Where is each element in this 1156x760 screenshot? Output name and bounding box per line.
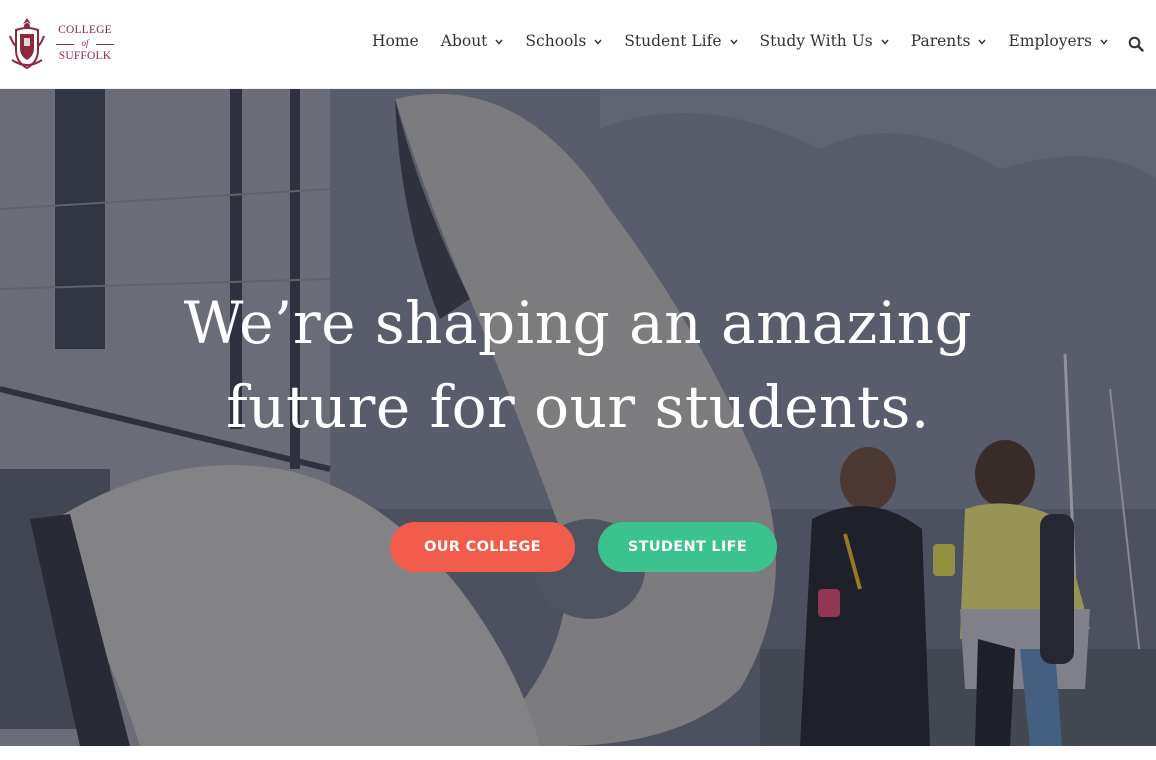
page-bottom-strip [0, 746, 1156, 760]
nav-item-schools[interactable]: Schools [525, 32, 602, 50]
nav-item-home[interactable]: Home [372, 32, 419, 50]
our-college-button[interactable]: OUR COLLEGE [390, 522, 575, 572]
main-nav: Home About Schools Student Life Study Wi… [372, 32, 1108, 50]
nav-item-student-life[interactable]: Student Life [624, 32, 738, 50]
chevron-down-icon [729, 39, 738, 45]
logo-line-suffolk: SUFFOLK [58, 50, 112, 62]
nav-item-study-with-us[interactable]: Study With Us [760, 32, 889, 50]
search-icon[interactable] [1128, 36, 1144, 52]
site-header: COLLEGE of SUFFOLK Home About Schools St… [0, 0, 1156, 89]
student-life-button[interactable]: STUDENT LIFE [598, 522, 777, 572]
hero-headline: We’re shaping an amazing future for our … [100, 281, 1056, 449]
nav-item-label: Study With Us [759, 32, 873, 50]
hero-banner: We’re shaping an amazing future for our … [0, 89, 1156, 746]
chevron-down-icon [978, 39, 987, 45]
nav-item-label: Parents [910, 32, 971, 50]
crest-icon [9, 18, 45, 70]
chevron-down-icon [881, 39, 889, 45]
nav-item-label: Schools [525, 32, 587, 50]
logo-line-college: COLLEGE [58, 24, 112, 36]
nav-item-employers[interactable]: Employers [1008, 32, 1108, 50]
hero-headline-line2: future for our students. [226, 373, 930, 441]
college-logo[interactable]: COLLEGE of SUFFOLK [8, 16, 118, 72]
chevron-down-icon [495, 39, 503, 45]
nav-item-label: Home [372, 32, 419, 50]
nav-item-label: Employers [1008, 32, 1092, 50]
hero-headline-line1: We’re shaping an amazing [183, 289, 973, 357]
nav-item-parents[interactable]: Parents [911, 32, 987, 50]
logo-line-of: of [54, 37, 116, 50]
chevron-down-icon [1100, 39, 1108, 45]
chevron-down-icon [594, 39, 602, 45]
nav-item-about[interactable]: About [441, 32, 504, 50]
nav-item-label: About [440, 32, 488, 50]
logo-wordmark: COLLEGE of SUFFOLK [54, 24, 116, 63]
nav-item-label: Student Life [624, 32, 722, 50]
